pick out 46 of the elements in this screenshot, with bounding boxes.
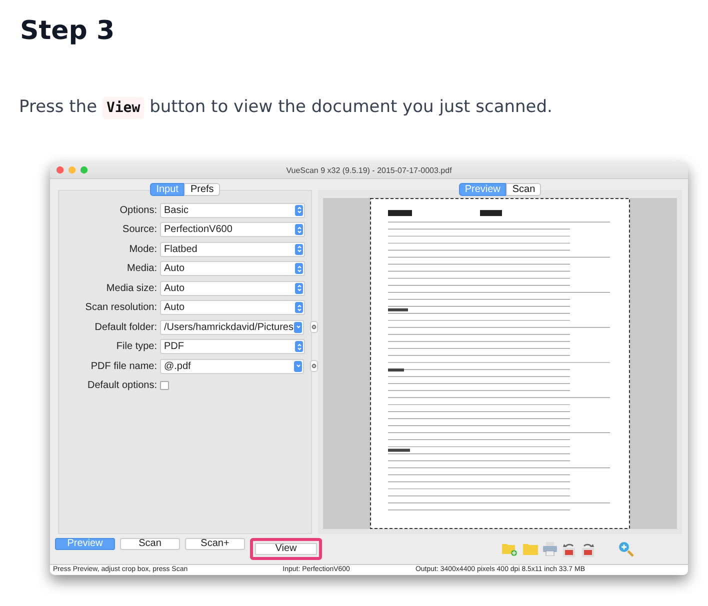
stepper-arrows-icon <box>296 226 302 234</box>
rotate-right-icon[interactable] <box>581 542 595 556</box>
code-text: View <box>102 97 144 119</box>
step-heading: Step 3 <box>19 15 116 48</box>
setting-label: Source: <box>122 224 157 236</box>
settings-button[interactable] <box>310 321 318 334</box>
setting-label: Scan resolution: <box>84 302 157 314</box>
setting-label: Default folder: <box>94 322 157 333</box>
setting-label: Media size: <box>105 282 157 294</box>
combo-field[interactable]: @.pdf <box>160 358 304 374</box>
stepper-arrows-icon <box>296 342 302 351</box>
dropdown[interactable]: Basic <box>160 202 305 218</box>
setting-label: Default options: <box>86 380 157 392</box>
chevron-down-icon <box>296 364 300 368</box>
setting-label: Options: <box>118 204 157 216</box>
combo-field[interactable]: /Users/hamrickdavid/Pictures <box>160 320 304 335</box>
action-button[interactable]: Scan <box>120 538 180 550</box>
tab[interactable]: Prefs <box>184 183 220 196</box>
setting-label: Mode: <box>128 244 157 255</box>
instruction-text: Press the View button to view the document you just scanned. <box>19 96 554 120</box>
dropdown[interactable]: Auto <box>160 261 305 276</box>
tab[interactable]: Scan <box>506 183 542 196</box>
printer-icon[interactable] <box>543 542 557 556</box>
setting-label: Media: <box>126 263 157 274</box>
stepper-arrows-icon <box>296 264 302 273</box>
chevron-down-icon <box>296 325 300 330</box>
dropdown[interactable]: Auto <box>160 300 305 316</box>
settings-button[interactable] <box>310 360 318 372</box>
stepper-arrows-icon <box>296 245 302 254</box>
stepper-arrows-icon <box>296 304 302 312</box>
zoom-in-icon[interactable] <box>618 541 634 557</box>
dropdown[interactable]: Auto <box>160 280 305 296</box>
stepper-arrows-icon <box>296 284 302 292</box>
action-button[interactable]: View <box>250 538 322 560</box>
new-folder-icon[interactable] <box>502 542 518 556</box>
action-button[interactable]: Scan+ <box>185 538 245 550</box>
window-controls-icon[interactable] <box>56 166 90 174</box>
setting-label: PDF file name: <box>90 360 157 372</box>
stepper-arrows-icon <box>296 206 302 214</box>
dropdown[interactable]: PerfectionV600 <box>160 222 305 238</box>
rotate-left-icon[interactable] <box>562 542 576 556</box>
window-title: VueScan 9 x32 (9.5.19) - 2015-07-17-0003.pdf <box>285 166 453 174</box>
setting-label: File type: <box>115 341 157 352</box>
dropdown[interactable]: PDF <box>160 339 305 354</box>
checkbox[interactable] <box>160 381 169 390</box>
dropdown[interactable]: Flatbed <box>160 242 305 257</box>
